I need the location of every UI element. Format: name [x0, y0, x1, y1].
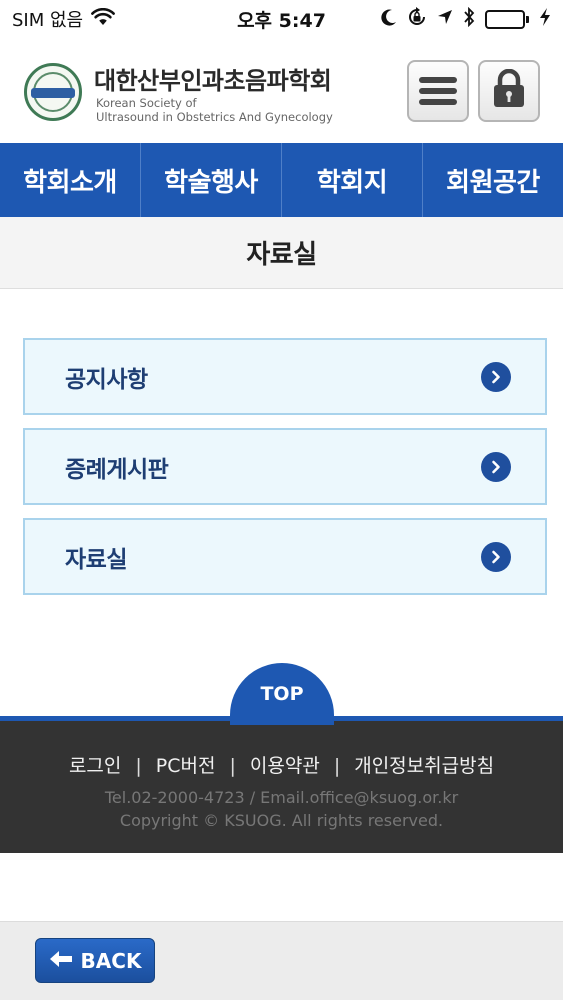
chevron-right-icon — [481, 451, 511, 482]
status-left: SIM 없음 — [12, 6, 116, 32]
battery-icon — [485, 9, 529, 29]
footer-separator: | — [229, 755, 236, 777]
bluetooth-icon — [463, 6, 475, 32]
nav-item-members[interactable]: 회원공간 — [423, 143, 563, 217]
menu-item-label: 증례게시판 — [65, 456, 169, 483]
chevron-right-icon — [481, 541, 511, 572]
hamburger-menu-button[interactable] — [407, 60, 469, 122]
footer-link-privacy[interactable]: 개인정보취급방침 — [354, 755, 494, 777]
footer-link-login[interactable]: 로그인 — [69, 755, 121, 777]
footer-link-terms[interactable]: 이용약관 — [250, 755, 320, 777]
location-icon — [437, 9, 453, 30]
page-title-bar: 자료실 — [0, 217, 563, 289]
org-name-ko[interactable]: 대한산부인과초음파학회 — [94, 61, 332, 96]
footer-separator: | — [333, 755, 341, 777]
hamburger-icon — [419, 72, 457, 110]
main-nav: 학회소개 학술행사 학회지 회원공간 — [0, 143, 563, 217]
menu-item-archive[interactable]: 자료실 — [23, 518, 547, 595]
scroll-top-button[interactable]: TOP — [230, 663, 334, 725]
login-lock-button[interactable] — [478, 60, 540, 122]
moon-icon — [381, 8, 397, 31]
status-right — [381, 6, 551, 32]
charging-icon — [539, 7, 551, 31]
nav-item-journal[interactable]: 학회지 — [282, 143, 423, 217]
chevron-right-icon — [481, 361, 511, 392]
menu-item-notice[interactable]: 공지사항 — [23, 338, 547, 415]
nav-item-about[interactable]: 학회소개 — [0, 143, 141, 217]
org-name-en-line2: Ultrasound in Obstetrics And Gynecology — [96, 110, 333, 124]
site-footer: 로그인 | PC버전 | 이용약관 | 개인정보취급방침 Tel.02-2000-4723 … — [0, 716, 563, 853]
org-name-en-line1: Korean Society of — [96, 96, 197, 110]
site-header: 대한산부인과초음파학회 Korean Society of Ultrasound… — [0, 38, 563, 143]
bottom-toolbar: BACK — [0, 921, 563, 1000]
back-label: BACK — [80, 948, 142, 973]
footer-separator: | — [135, 755, 142, 777]
back-button[interactable]: BACK — [35, 938, 155, 983]
carrier-text: SIM 없음 — [12, 10, 84, 31]
footer-contact: Tel.02-2000-4723 / Email.office@ksuog.or… — [104, 788, 459, 807]
arrow-left-icon — [49, 949, 73, 973]
rotation-lock-icon — [407, 6, 427, 32]
menu-item-case-board[interactable]: 증례게시판 — [23, 428, 547, 505]
footer-copyright: Copyright © KSUOG. All rights reserved. — [119, 811, 444, 830]
footer-links: 로그인 | PC버전 | 이용약관 | 개인정보취급방침 — [0, 751, 563, 778]
menu-item-label: 자료실 — [65, 546, 127, 573]
status-bar: SIM 없음 오후 5:47 — [0, 0, 563, 38]
ksuog-logo[interactable] — [24, 63, 82, 121]
page-title: 자료실 — [246, 240, 317, 270]
board-menu-list: 공지사항 증례게시판 자료실 — [23, 338, 547, 608]
nav-item-events[interactable]: 학술행사 — [141, 143, 282, 217]
wifi-icon — [91, 7, 116, 31]
menu-item-label: 공지사항 — [65, 366, 148, 393]
footer-link-pc-version[interactable]: PC버전 — [156, 755, 216, 777]
lock-icon — [491, 68, 527, 113]
